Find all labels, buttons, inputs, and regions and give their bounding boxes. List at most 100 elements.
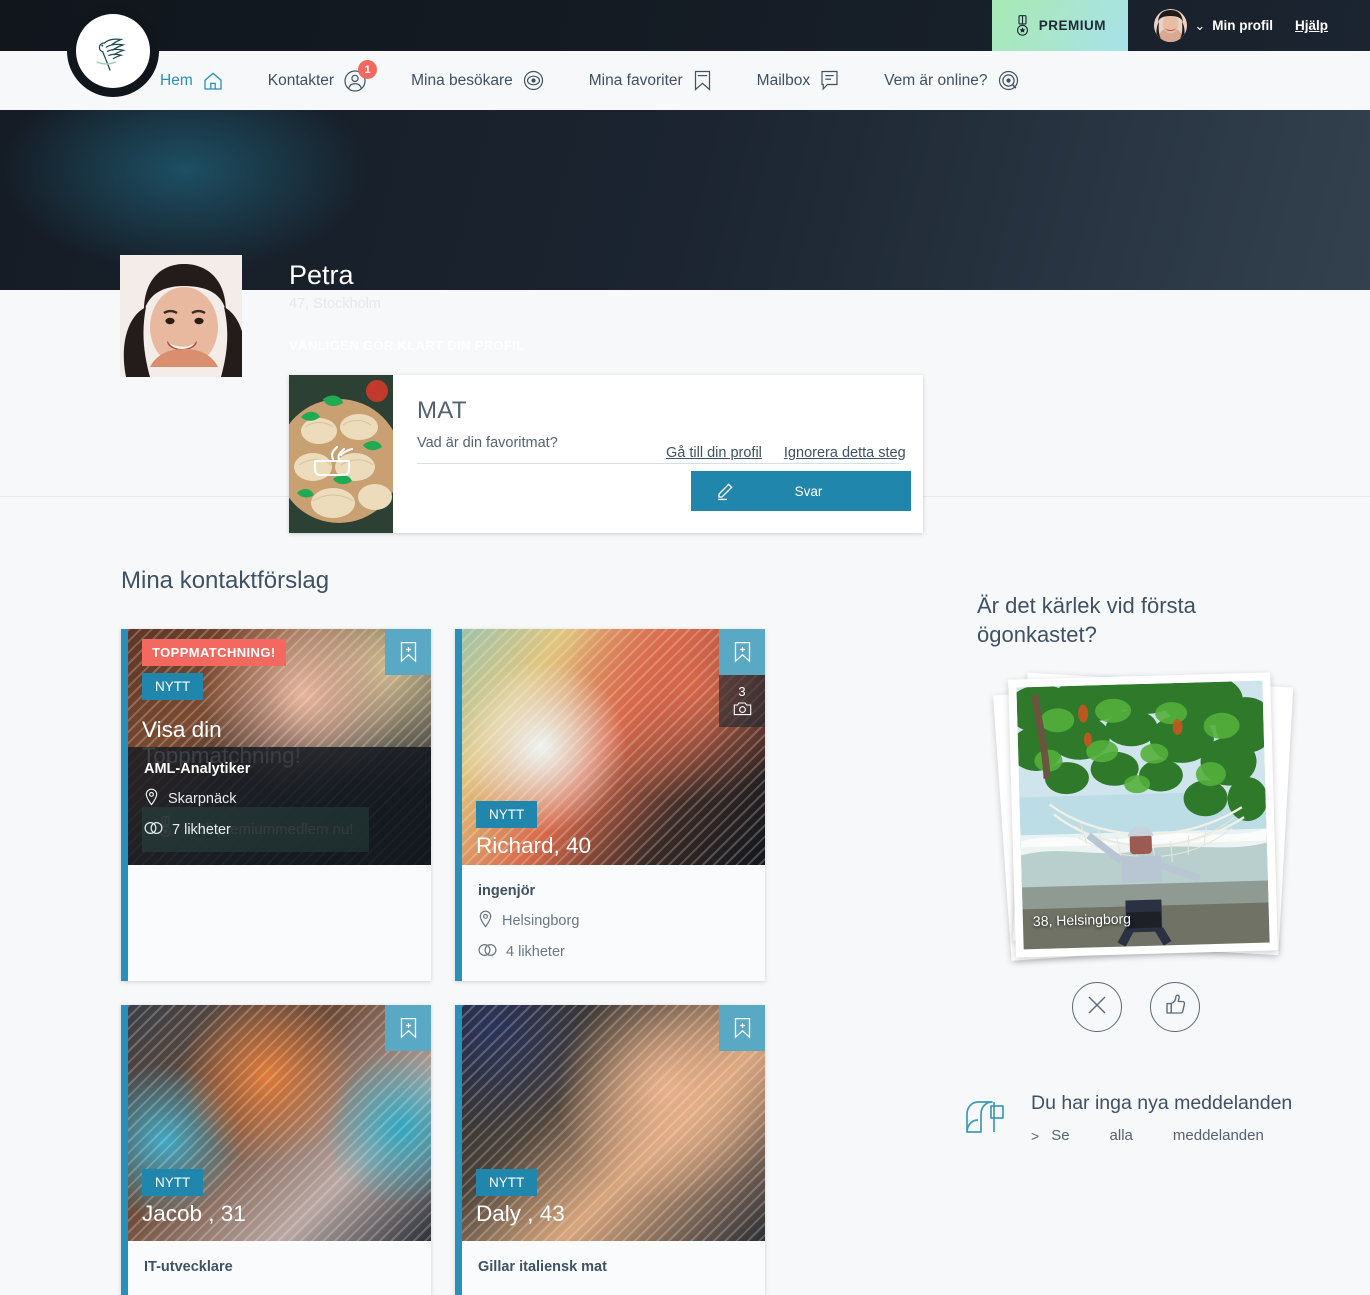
mailbox-summary: Du har inga nya meddelanden > Se alla me… bbox=[963, 1092, 1323, 1149]
hero-avatar bbox=[120, 255, 242, 377]
card-job: IT-utvecklare bbox=[144, 1259, 233, 1275]
card-footer: IT-utvecklare bbox=[128, 1241, 431, 1295]
new-badge: NYTT bbox=[476, 801, 538, 828]
nav-label: Mailbox bbox=[756, 71, 811, 89]
love-at-first-sight-title: Är det kärlek vid första ögonkastet? bbox=[977, 593, 1196, 648]
mailbox-text: Du har inga nya meddelanden > Se alla me… bbox=[1031, 1092, 1292, 1144]
nav-label: Hem bbox=[160, 71, 193, 89]
section-title: Mina kontaktförslag bbox=[121, 567, 330, 594]
photo-count-value: 3 bbox=[738, 683, 746, 699]
profile-hero: Petra 47, Stockholm VÄNLIGEN GÖR KLART D… bbox=[0, 110, 1370, 533]
card-title: Richard, 40 bbox=[476, 833, 592, 858]
skip-step-link[interactable]: Ignorera detta steg bbox=[784, 445, 906, 461]
premium-button[interactable]: PREMIUM bbox=[992, 0, 1129, 51]
x-icon bbox=[1084, 992, 1110, 1023]
medal-icon bbox=[1015, 14, 1030, 37]
avatar bbox=[1154, 9, 1188, 42]
card-job: ingenjör bbox=[478, 883, 536, 899]
contact-card-richard[interactable]: 3 NYTT Richard, 40 ingenjör Helsingborg … bbox=[455, 629, 765, 981]
see-all-part3: meddelanden bbox=[1172, 1127, 1264, 1144]
venn-circles-icon bbox=[478, 943, 497, 961]
see-all-messages-link[interactable]: > Se alla meddelanden bbox=[1031, 1127, 1292, 1144]
premium-button-label: PREMIUM bbox=[1038, 18, 1106, 33]
location-pin-icon bbox=[144, 788, 159, 810]
mailbox-icon bbox=[963, 1092, 1011, 1149]
card-footer: ingenjör Helsingborg 4 likheter bbox=[462, 865, 765, 981]
card-title: Daly , 43 bbox=[476, 1201, 565, 1226]
profile-menu-label: Min profil bbox=[1212, 18, 1273, 33]
go-to-profile-link[interactable]: Gå till din profil bbox=[666, 445, 762, 461]
card-similarities: 7 likheter bbox=[144, 821, 415, 839]
new-badge: NYTT bbox=[142, 673, 204, 700]
top-match-badge: TOPPMATCHNING! bbox=[142, 639, 286, 666]
top-bar-right-actions: PREMIUM ⌄ Min profil Hjälp bbox=[0, 0, 1370, 51]
nav-item-mina-favoriter[interactable]: Mina favoriter bbox=[567, 51, 735, 110]
bookmark-plus-icon[interactable] bbox=[385, 1005, 431, 1051]
card-location-label: Helsingborg bbox=[502, 913, 580, 929]
nav-label: Vem är online? bbox=[884, 71, 988, 89]
site-logo[interactable] bbox=[76, 14, 150, 88]
target-circle-icon bbox=[997, 69, 1020, 92]
complete-profile-prompt: VÄNLIGEN GÖR KLART DIN PROFIL bbox=[289, 338, 525, 353]
status-badge: 1 bbox=[358, 60, 378, 79]
mailbox-empty-message: Du har inga nya meddelanden bbox=[1031, 1092, 1293, 1114]
nav-item-kontakter[interactable]: Kontakter 1 bbox=[246, 51, 389, 110]
chevron-right-icon: > bbox=[1031, 1127, 1040, 1144]
dove-olive-branch-logo bbox=[76, 14, 150, 88]
page-title: Petra bbox=[289, 260, 354, 290]
contact-card-jacob[interactable]: NYTT Jacob , 31 IT-utvecklare bbox=[121, 1005, 431, 1295]
bookmark-plus-icon[interactable] bbox=[719, 629, 765, 675]
new-badge: NYTT bbox=[142, 1169, 204, 1196]
like-button[interactable] bbox=[1150, 982, 1200, 1032]
card-similarities: 4 likheter bbox=[478, 943, 749, 961]
photo-caption: 38, Helsingborg bbox=[1032, 910, 1132, 930]
hero-link-row: Gå till din profil Ignorera detta steg bbox=[666, 445, 906, 461]
new-badge: NYTT bbox=[476, 1169, 538, 1196]
card-similarities-label: 4 likheter bbox=[506, 944, 565, 960]
camera-icon bbox=[733, 701, 752, 719]
answer-button-label: Svar bbox=[794, 483, 823, 499]
eye-icon bbox=[522, 69, 545, 92]
contact-card-topmatch[interactable]: TOPPMATCHNING! NYTT Visa din Toppmatchni… bbox=[121, 629, 431, 981]
speech-bubble-icon bbox=[819, 69, 840, 92]
chevron-down-icon: ⌄ bbox=[1194, 18, 1206, 33]
venn-circles-icon bbox=[144, 821, 163, 839]
divider bbox=[417, 463, 899, 464]
card-job: AML-Analytiker bbox=[144, 761, 251, 777]
card-photo: 3 NYTT Richard, 40 bbox=[462, 629, 765, 865]
nav-item-mina-besokare[interactable]: Mina besökare bbox=[389, 51, 567, 110]
nav-item-vem-ar-online[interactable]: Vem är online? bbox=[862, 51, 1041, 110]
photo-stack[interactable]: 38, Helsingborg bbox=[993, 672, 1294, 972]
question-category: MAT bbox=[417, 397, 467, 424]
bookmark-plus-icon[interactable] bbox=[385, 629, 431, 675]
nav-items: Hem Kontakter 1 Mina besökare Mina favor… bbox=[148, 51, 1042, 117]
nav-label: Mina favoriter bbox=[588, 71, 683, 89]
card-footer: AML-Analytiker Skarpnäck 7 likheter bbox=[128, 747, 431, 865]
home-icon bbox=[202, 70, 224, 92]
card-job: Gillar italiensk mat bbox=[478, 1259, 607, 1275]
photo-count: 3 bbox=[719, 675, 765, 727]
photo-stack-layer-top: 38, Helsingborg bbox=[1008, 672, 1278, 958]
nav-item-hem[interactable]: Hem bbox=[148, 51, 246, 117]
answer-button[interactable]: Svar bbox=[691, 471, 911, 511]
pasta-bowl-photo bbox=[289, 375, 393, 533]
see-all-part2: alla bbox=[1109, 1127, 1133, 1144]
reject-button[interactable] bbox=[1072, 982, 1122, 1032]
help-link[interactable]: Hjälp bbox=[1295, 18, 1328, 33]
card-photo: NYTT Daly , 43 bbox=[462, 1005, 765, 1241]
nav-label: Mina besökare bbox=[411, 71, 513, 89]
hero-subtitle: 47, Stockholm bbox=[289, 296, 381, 312]
location-pin-icon bbox=[478, 910, 493, 932]
card-photo: NYTT Jacob , 31 bbox=[128, 1005, 431, 1241]
profile-menu[interactable]: ⌄ Min profil bbox=[1128, 0, 1295, 51]
bookmark-icon bbox=[692, 69, 713, 92]
nav-item-mailbox[interactable]: Mailbox bbox=[735, 51, 862, 110]
contact-card-daly[interactable]: NYTT Daly , 43 Gillar italiensk mat bbox=[455, 1005, 765, 1295]
main-navigation: Hem Kontakter 1 Mina besökare Mina favor… bbox=[0, 51, 1370, 117]
card-footer: Gillar italiensk mat bbox=[462, 1241, 765, 1295]
card-title: Jacob , 31 bbox=[142, 1201, 246, 1226]
bookmark-plus-icon[interactable] bbox=[719, 1005, 765, 1051]
vote-buttons bbox=[1072, 982, 1200, 1032]
hammock-beach-photo: 38, Helsingborg bbox=[1016, 680, 1270, 950]
card-location: Skarpnäck bbox=[144, 788, 415, 810]
